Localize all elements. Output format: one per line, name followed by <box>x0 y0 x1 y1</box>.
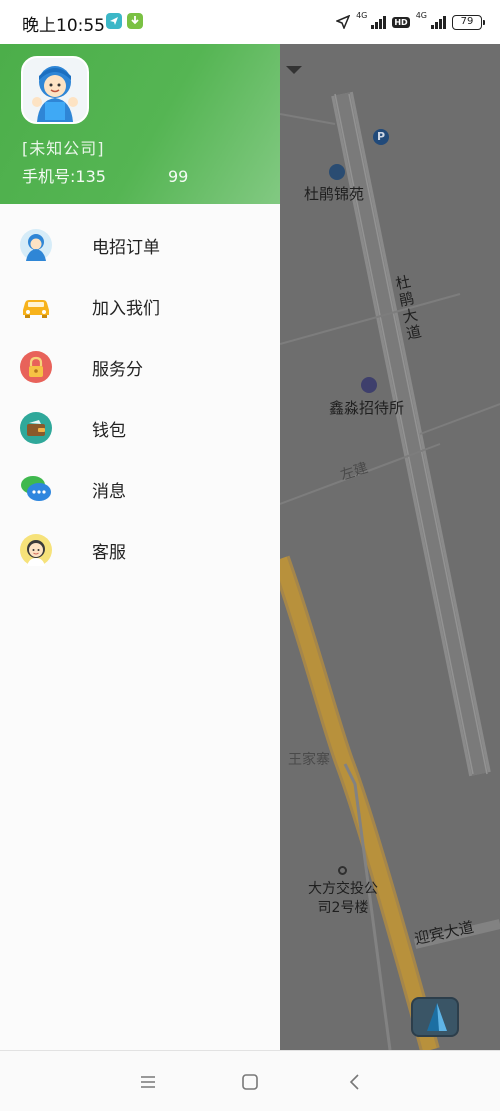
map-label-dupeng-jinyuan: 杜鹃锦苑 <box>304 185 365 203</box>
map-label-bus-company: 大方交投公司2号楼 <box>308 881 378 916</box>
building-poi-icon <box>338 866 347 875</box>
screen: 晚上10:55 4G HD 4G 79 P 杜鹃锦苑 杜鹃大道 鑫淼招待所 左建… <box>0 0 500 1111</box>
hd-badge: HD <box>392 16 410 28</box>
customer-service-avatar-icon <box>20 534 52 566</box>
menu-item-messages[interactable]: 消息 <box>0 461 280 517</box>
menu-item-wallet[interactable]: 钱包 <box>0 400 280 456</box>
company-name: [未知公司] <box>22 139 105 158</box>
sail-logo-icon <box>427 1003 447 1031</box>
network-type-1: 4G <box>356 11 368 20</box>
battery-icon: 79 <box>452 14 485 30</box>
chat-bubble-icon <box>20 473 52 505</box>
phone-suffix: 99 <box>167 167 189 186</box>
navigation-drawer: [未知公司] 手机号: 135 99 电招订单 加入我们 服务分 钱包 消息 客… <box>0 44 280 1050</box>
signal-icon <box>431 15 446 29</box>
phone-label: 手机号: <box>22 167 76 186</box>
back-nav-icon[interactable] <box>344 1071 366 1093</box>
network-type-2: 4G <box>415 11 427 20</box>
drawer-header: [未知公司] 手机号: 135 99 <box>0 44 280 204</box>
menu-item-join-us[interactable]: 加入我们 <box>0 278 280 334</box>
menu-item-label: 客服 <box>92 542 126 563</box>
map-view[interactable]: P 杜鹃锦苑 杜鹃大道 鑫淼招待所 左建 王家寨 大方交投公司2号楼 迎宾大道 <box>280 44 500 1050</box>
status-time: 晚上10:55 <box>22 16 105 36</box>
menu-item-label: 加入我们 <box>92 298 160 319</box>
lock-icon <box>20 351 52 383</box>
avatar[interactable] <box>21 56 89 124</box>
menu-item-label: 钱包 <box>92 420 126 441</box>
residential-poi-icon <box>329 164 345 180</box>
home-nav-icon[interactable] <box>239 1071 261 1093</box>
menu-nav-icon[interactable] <box>137 1071 159 1093</box>
map-label-wangjiazhai: 王家寨 <box>288 752 330 768</box>
wallet-icon <box>20 412 52 444</box>
operator-avatar-icon <box>20 229 52 261</box>
user-avatar-icon <box>23 58 87 122</box>
menu-item-dispatch-orders[interactable]: 电招订单 <box>0 217 280 273</box>
download-app-icon <box>127 13 143 29</box>
phone-number: 手机号: 135 99 <box>22 163 188 187</box>
signal-icon <box>371 15 387 29</box>
menu-item-label: 电招订单 <box>92 237 160 258</box>
parking-icon: P <box>373 129 389 145</box>
phone-prefix: 135 <box>75 167 106 186</box>
menu-item-label: 服务分 <box>92 359 143 380</box>
menu-item-service-score[interactable]: 服务分 <box>0 339 280 395</box>
send-app-icon <box>106 13 122 29</box>
system-navigation-bar <box>0 1050 500 1111</box>
map-label-hotel: 鑫淼招待所 <box>329 399 405 417</box>
status-bar: 晚上10:55 4G HD 4G 79 <box>0 0 500 44</box>
status-indicators: 4G HD 4G 79 <box>336 10 485 34</box>
menu-item-label: 消息 <box>92 481 126 502</box>
car-icon <box>20 290 52 322</box>
location-arrow-icon <box>336 15 351 29</box>
hotel-poi-icon <box>361 377 377 393</box>
compass-button[interactable] <box>411 997 459 1037</box>
menu-item-customer-service[interactable]: 客服 <box>0 522 280 578</box>
